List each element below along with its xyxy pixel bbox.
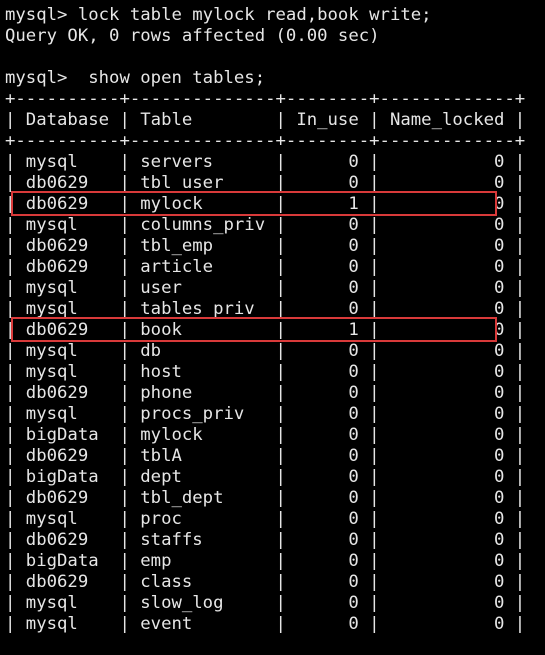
table-row: | mysql | slow_log | 0 | 0 | [5,593,526,613]
table-row: | bigData | emp | 0 | 0 | [5,551,526,571]
table-row: | db0629 | mylock | 1 | 0 | [5,194,526,214]
table-row: | db0629 | article | 0 | 0 | [5,257,526,277]
table-row: | db0629 | tbl_user | 0 | 0 | [5,173,526,193]
query-result-message: Query OK, 0 rows affected (0.00 sec) [5,26,380,46]
table-header-row: | Database | Table | In_use | Name_locke… [5,110,526,130]
table-border-top: +----------+--------------+--------+----… [5,89,526,109]
table-row: | mysql | columns_priv | 0 | 0 | [5,215,526,235]
table-row: | mysql | user | 0 | 0 | [5,278,526,298]
table-row: | db0629 | tbl_dept | 0 | 0 | [5,488,526,508]
result-table: +----------+--------------+--------+----… [5,89,545,635]
table-row: | db0629 | tbl_emp | 0 | 0 | [5,236,526,256]
table-row: | mysql | proc | 0 | 0 | [5,509,526,529]
table-row: | db0629 | tblA | 0 | 0 | [5,446,526,466]
command-line-lock: mysql> lock table mylock read,book write… [5,5,432,25]
table-row: | mysql | event | 0 | 0 | [5,614,526,634]
table-border-header: +----------+--------------+--------+----… [5,131,526,151]
table-row: | mysql | db | 0 | 0 | [5,341,526,361]
table-row: | db0629 | staffs | 0 | 0 | [5,530,526,550]
table-row: | db0629 | class | 0 | 0 | [5,572,526,592]
table-row: | mysql | procs_priv | 0 | 0 | [5,404,526,424]
command-line-show: mysql> show open tables; [5,68,266,88]
terminal-window[interactable]: mysql> lock table mylock read,book write… [0,0,545,655]
table-row: | bigData | dept | 0 | 0 | [5,467,526,487]
table-row: | db0629 | book | 1 | 0 | [5,320,526,340]
table-row: | mysql | host | 0 | 0 | [5,362,526,382]
table-row: | mysql | servers | 0 | 0 | [5,152,526,172]
table-row: | mysql | tables_priv | 0 | 0 | [5,299,526,319]
table-row: | bigData | mylock | 0 | 0 | [5,425,526,445]
table-row: | db0629 | phone | 0 | 0 | [5,383,526,403]
